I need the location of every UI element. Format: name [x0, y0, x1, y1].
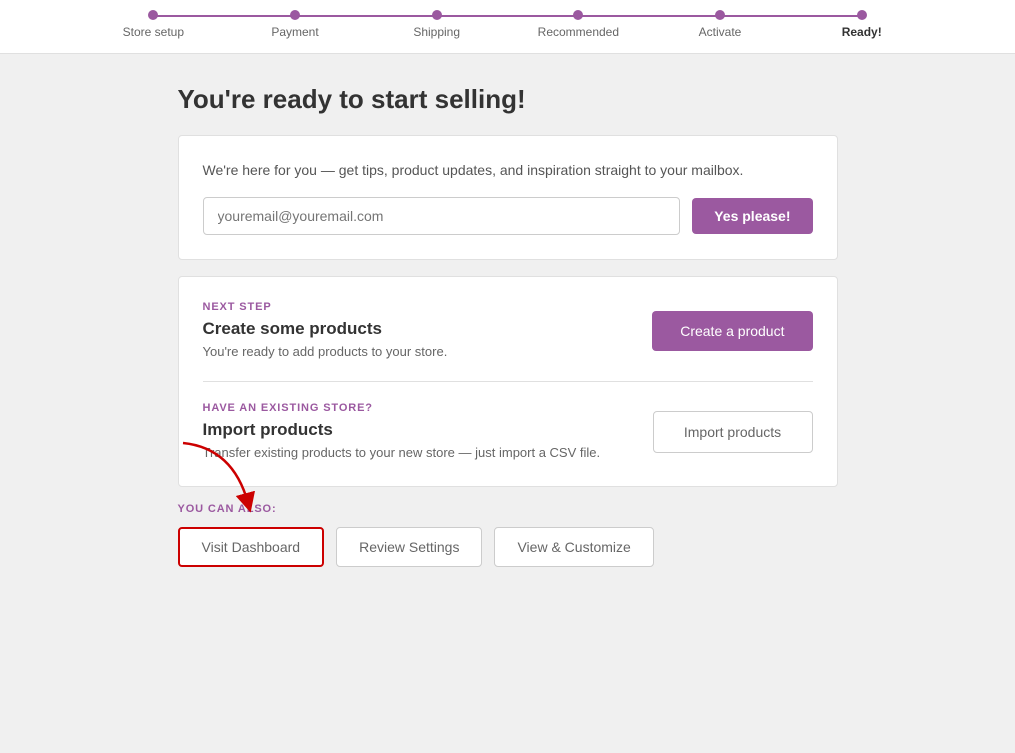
import-section: HAVE AN EXISTING STORE? Import products …	[203, 402, 813, 462]
step-dot-recommended	[573, 10, 583, 20]
step-activate: Activate	[649, 10, 791, 39]
also-label: YOU CAN ALSO:	[178, 503, 838, 515]
step-recommended: Recommended	[508, 10, 650, 39]
step-label-store-setup: Store setup	[123, 25, 184, 39]
email-row: Yes please!	[203, 197, 813, 235]
yes-please-button[interactable]: Yes please!	[692, 198, 812, 234]
step-dot-payment	[290, 10, 300, 20]
import-title: Import products	[203, 420, 637, 440]
review-settings-button[interactable]: Review Settings	[336, 527, 482, 567]
step-label-recommended: Recommended	[538, 25, 619, 39]
also-buttons: Visit Dashboard Review Settings View & C…	[178, 527, 838, 567]
next-step-description: You're ready to add products to your sto…	[203, 343, 637, 361]
step-dot-shipping	[432, 10, 442, 20]
step-payment: Payment	[224, 10, 366, 39]
next-step-section: NEXT STEP Create some products You're re…	[203, 301, 813, 361]
subscription-card: We're here for you — get tips, product u…	[178, 135, 838, 260]
step-label-ready: Ready!	[842, 25, 882, 39]
visit-dashboard-button[interactable]: Visit Dashboard	[178, 527, 325, 567]
import-products-button[interactable]: Import products	[653, 411, 813, 453]
view-customize-button[interactable]: View & Customize	[494, 527, 653, 567]
step-dot-store-setup	[148, 10, 158, 20]
step-dot-ready	[857, 10, 867, 20]
section-divider	[203, 381, 813, 382]
next-step-title: Create some products	[203, 319, 637, 339]
create-product-button[interactable]: Create a product	[652, 311, 812, 351]
step-dot-activate	[715, 10, 725, 20]
email-input[interactable]	[203, 197, 681, 235]
step-label-payment: Payment	[271, 25, 318, 39]
also-wrapper: YOU CAN ALSO: Visit Dashboard Review Set…	[178, 503, 838, 567]
step-shipping: Shipping	[366, 10, 508, 39]
subscription-description: We're here for you — get tips, product u…	[203, 160, 813, 181]
import-left: HAVE AN EXISTING STORE? Import products …	[203, 402, 637, 462]
page-title: You're ready to start selling!	[178, 84, 838, 115]
steps-container: Store setup Payment Shipping Recommended	[83, 10, 933, 39]
step-store-setup: Store setup	[83, 10, 225, 39]
import-description: Transfer existing products to your new s…	[203, 444, 637, 462]
progress-bar-container: Store setup Payment Shipping Recommended	[0, 0, 1015, 54]
next-step-left: NEXT STEP Create some products You're re…	[203, 301, 637, 361]
step-label-shipping: Shipping	[413, 25, 460, 39]
page-wrapper: Store setup Payment Shipping Recommended	[0, 0, 1015, 753]
import-section-label: HAVE AN EXISTING STORE?	[203, 402, 637, 414]
step-ready: Ready!	[791, 10, 933, 39]
next-step-card: NEXT STEP Create some products You're re…	[178, 276, 838, 487]
main-content: You're ready to start selling! We're her…	[158, 84, 858, 567]
step-label-activate: Activate	[699, 25, 742, 39]
next-step-label: NEXT STEP	[203, 301, 637, 313]
steps-inner: Store setup Payment Shipping Recommended	[83, 10, 933, 39]
